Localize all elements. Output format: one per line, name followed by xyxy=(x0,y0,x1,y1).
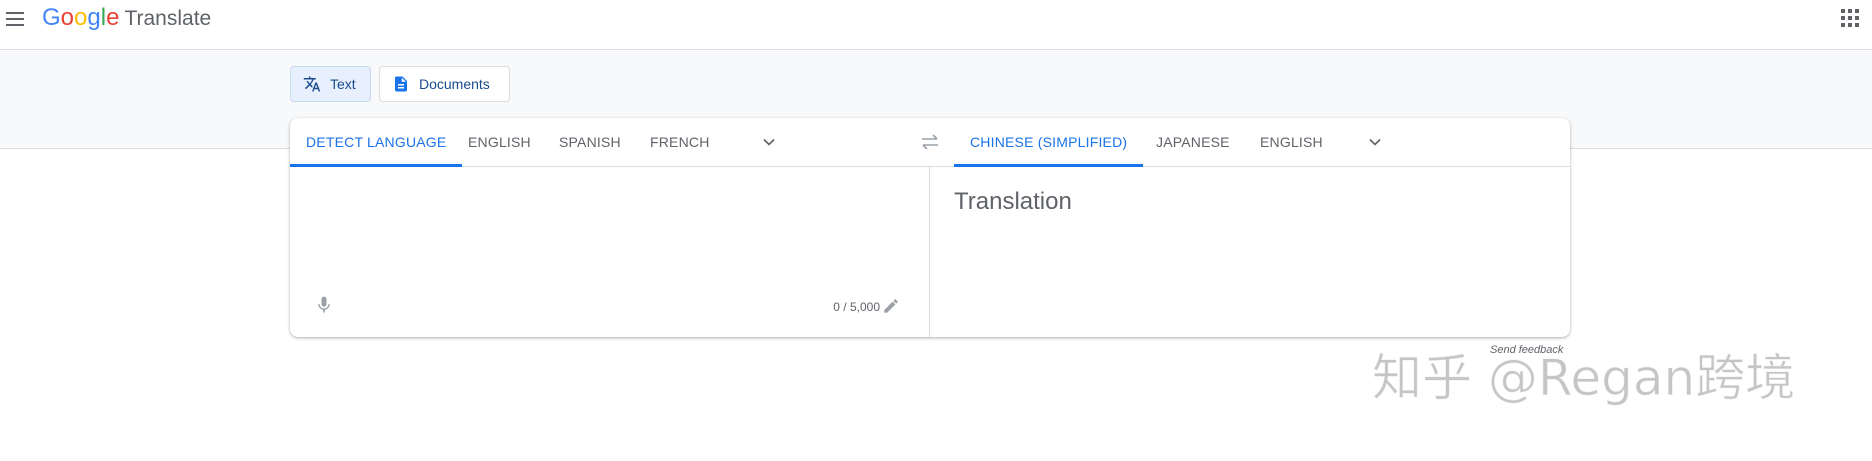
logo-letter: o xyxy=(74,4,88,31)
hamburger-menu-icon[interactable] xyxy=(4,9,26,29)
source-more-languages-chevron-down-icon[interactable] xyxy=(759,132,779,152)
text-mode-button[interactable]: Text xyxy=(290,66,371,102)
documents-mode-label: Documents xyxy=(419,76,490,92)
target-lang-english[interactable]: ENGLISH xyxy=(1244,118,1339,166)
translator-card: DETECT LANGUAGE ENGLISH SPANISH FRENCH C… xyxy=(290,118,1570,337)
app-header: Google Translate xyxy=(0,0,1872,50)
source-lang-english[interactable]: ENGLISH xyxy=(452,118,547,166)
pencil-icon[interactable] xyxy=(882,297,900,315)
product-name: Translate xyxy=(124,7,212,30)
logo-letter: o xyxy=(60,4,75,31)
logo-letter: G xyxy=(42,4,61,31)
source-lang-french[interactable]: FRENCH xyxy=(634,118,726,166)
swap-languages-icon[interactable] xyxy=(918,132,942,152)
watermark: 知乎 @Regan跨境 xyxy=(1371,349,1796,408)
source-lang-detect[interactable]: DETECT LANGUAGE xyxy=(290,118,463,167)
documents-mode-button[interactable]: Documents xyxy=(379,66,510,102)
source-text-input[interactable] xyxy=(290,167,929,287)
source-lang-spanish[interactable]: SPANISH xyxy=(543,118,637,166)
target-more-languages-chevron-down-icon[interactable] xyxy=(1365,132,1385,152)
document-icon xyxy=(395,76,407,92)
microphone-icon[interactable] xyxy=(314,294,334,316)
logo-letter: e xyxy=(106,4,120,31)
apps-grid-icon[interactable] xyxy=(1840,8,1860,28)
target-lang-japanese[interactable]: JAPANESE xyxy=(1140,118,1246,166)
google-translate-logo[interactable]: Google Translate xyxy=(42,3,211,34)
translation-output: Translation xyxy=(954,188,1072,215)
language-bar: DETECT LANGUAGE ENGLISH SPANISH FRENCH C… xyxy=(290,118,1570,167)
character-counter: 0 / 5,000 xyxy=(833,300,880,314)
translate-icon xyxy=(303,76,321,92)
panel-divider xyxy=(929,167,930,337)
logo-letter: g xyxy=(87,4,101,31)
target-lang-chinese-simplified[interactable]: CHINESE (SIMPLIFIED) xyxy=(954,118,1144,167)
text-mode-label: Text xyxy=(330,76,356,92)
